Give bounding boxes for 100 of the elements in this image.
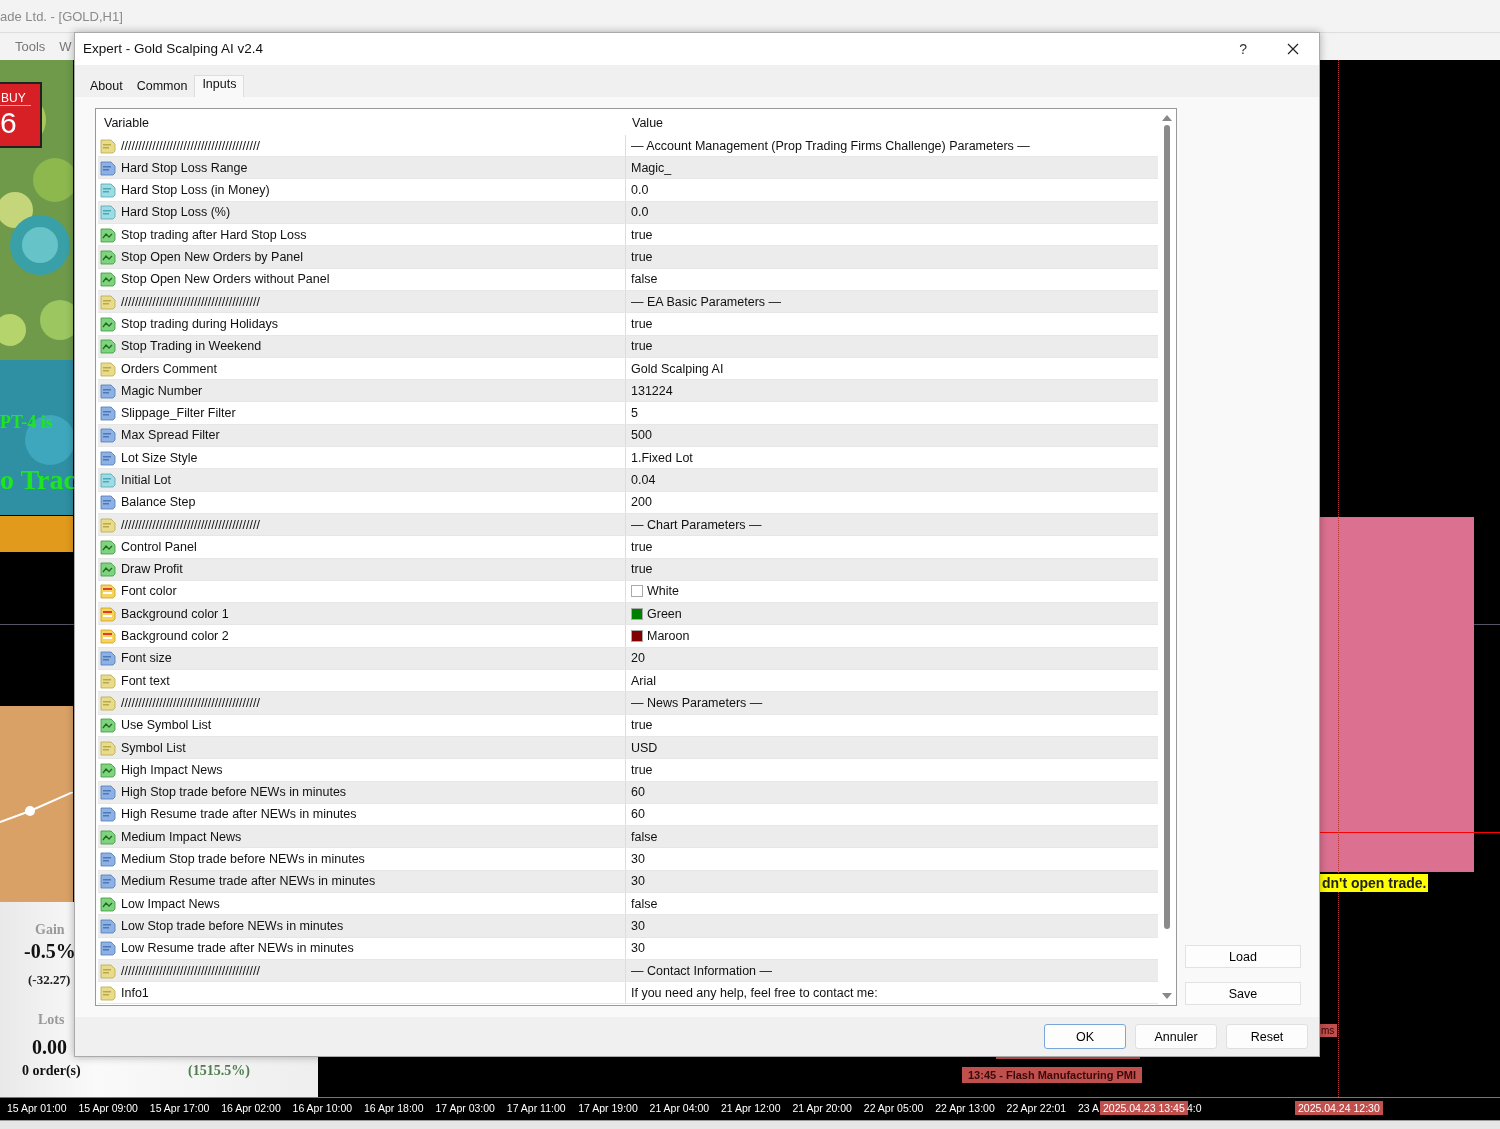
time-label: 17 Apr 19:00 [578, 1102, 638, 1114]
scroll-down-icon[interactable] [1162, 992, 1172, 999]
integer-type-icon [100, 405, 116, 422]
value-cell[interactable]: false [626, 893, 1158, 915]
integer-type-icon [100, 873, 116, 890]
value-cell[interactable]: 200 [626, 491, 1158, 513]
gain-amount: (-32.27) [28, 972, 71, 988]
variable-name: Medium Impact News [121, 829, 242, 844]
value-cell[interactable]: White [626, 580, 1158, 603]
tab[interactable]: Common [129, 74, 195, 97]
time-label: 22 Apr 05:00 [863, 1102, 924, 1114]
value-cell[interactable]: If you need any help, feel free to contact me: [626, 982, 1158, 1004]
string-type-icon [100, 739, 116, 756]
side-button[interactable]: Save [1185, 982, 1301, 1006]
value-cell[interactable]: true [626, 224, 1158, 246]
value-cell[interactable]: Arial [626, 670, 1158, 692]
value-cell[interactable]: Maroon [626, 625, 1158, 647]
time-marker: 2025.04.24 12:30 [1295, 1101, 1383, 1115]
value-cell[interactable]: 30 [626, 870, 1158, 892]
banner-text: PT-4 is [0, 412, 53, 433]
value-cell[interactable]: — EA Basic Parameters — [626, 290, 1158, 313]
buy-label: BUY [0, 84, 31, 106]
value-cell[interactable]: 20 [626, 647, 1158, 669]
value-cell[interactable]: 60 [626, 781, 1158, 803]
string-type-icon [100, 962, 116, 979]
value-cell[interactable]: — News Parameters — [626, 692, 1158, 714]
side-button[interactable]: Load [1185, 945, 1301, 969]
close-icon[interactable] [1287, 42, 1299, 55]
value-cell[interactable]: — Account Management (Prop Trading Firms Challenge) Parameters — [626, 134, 1158, 157]
bool-type-icon [100, 338, 116, 355]
integer-type-icon [100, 427, 116, 444]
value-cell[interactable]: — Chart Parameters — [626, 513, 1158, 536]
integer-type-icon [100, 940, 116, 957]
dialog-button[interactable]: Annuler [1135, 1024, 1217, 1050]
integer-type-icon [100, 784, 116, 801]
value-cell[interactable]: 5 [626, 402, 1158, 424]
variable-name: High Resume trade after NEWs in minutes [121, 807, 357, 822]
value-cell[interactable]: true [626, 558, 1158, 580]
value-cell[interactable]: — Contact Information — [626, 959, 1158, 982]
value-cell[interactable]: 30 [626, 848, 1158, 870]
bool-type-icon [100, 249, 116, 265]
gain-label: Gain [35, 922, 65, 938]
value-cell[interactable]: true [626, 313, 1158, 335]
value-cell[interactable]: 1.Fixed Lot [626, 447, 1158, 469]
value-cell[interactable]: 0.0 [626, 201, 1158, 224]
value-cell[interactable]: 131224 [626, 380, 1158, 402]
menu-item[interactable]: Tools [15, 39, 46, 54]
integer-type-icon [100, 449, 116, 466]
scroll-thumb[interactable] [1164, 124, 1170, 929]
time-label: 16 Apr 18:00 [364, 1102, 424, 1114]
variable-name: //////////////////////////////////////// [121, 695, 260, 710]
lots-value: 0.00 [32, 1036, 67, 1059]
tab[interactable]: About [83, 74, 130, 97]
bool-type-icon [100, 717, 116, 734]
value-cell[interactable]: true [626, 246, 1158, 268]
variable-name: //////////////////////////////////////// [121, 294, 260, 309]
value-cell[interactable]: 60 [626, 803, 1158, 826]
value-cell[interactable]: 30 [626, 915, 1158, 937]
dialog-button[interactable]: OK [1044, 1024, 1126, 1050]
menu-item[interactable]: W [59, 39, 72, 54]
bool-type-icon [100, 828, 116, 845]
time-label: 16 Apr 02:00 [221, 1102, 281, 1114]
bool-type-icon [100, 538, 116, 555]
value-cell[interactable]: 0.04 [626, 469, 1158, 491]
value-cell[interactable]: Gold Scalping AI [626, 357, 1158, 380]
value-cell[interactable]: Magic_ [626, 157, 1158, 179]
variable-name: Magic Number [121, 383, 203, 398]
help-button[interactable]: ? [1239, 40, 1247, 57]
variable-name: Slippage_Filter Filter [121, 406, 236, 421]
lots-label: Lots [38, 1012, 65, 1028]
growth-value: (1515.5%) [188, 1063, 250, 1079]
column-header[interactable]: Value [626, 110, 1158, 135]
value-cell[interactable]: false [626, 826, 1158, 848]
variable-name: //////////////////////////////////////// [121, 517, 260, 532]
value-cell[interactable]: true [626, 536, 1158, 558]
variable-name: Hard Stop Loss Range [121, 160, 248, 175]
variable-name: Font color [121, 584, 177, 599]
value-cell[interactable]: USD [626, 736, 1158, 759]
value-cell[interactable]: true [626, 335, 1158, 357]
string-type-icon [100, 694, 116, 711]
variable-name: Draw Profit [121, 562, 183, 577]
value-cell[interactable]: 30 [626, 937, 1158, 959]
tab[interactable]: Inputs [194, 74, 245, 97]
dialog-button[interactable]: Reset [1226, 1024, 1308, 1050]
value-cell[interactable]: true [626, 714, 1158, 736]
value-cell[interactable]: Green [626, 603, 1158, 625]
scroll-up-icon[interactable] [1162, 114, 1172, 121]
variable-name: Background color 2 [121, 629, 229, 644]
double-type-icon [100, 182, 116, 199]
value-cell[interactable]: true [626, 759, 1158, 781]
value-cell[interactable]: false [626, 268, 1158, 290]
value-cell[interactable]: 0.0 [626, 179, 1158, 201]
variable-name: Background color 1 [121, 606, 229, 621]
variable-name: Max Spread Filter [121, 428, 220, 443]
column-header[interactable]: Variable [98, 110, 626, 135]
value-cell[interactable]: 500 [626, 424, 1158, 447]
variable-name: Hard Stop Loss (in Money) [121, 183, 270, 198]
time-label: 21 Apr 12:00 [721, 1102, 781, 1114]
string-type-icon [100, 293, 116, 310]
variable-name: Info1 [121, 985, 149, 1000]
